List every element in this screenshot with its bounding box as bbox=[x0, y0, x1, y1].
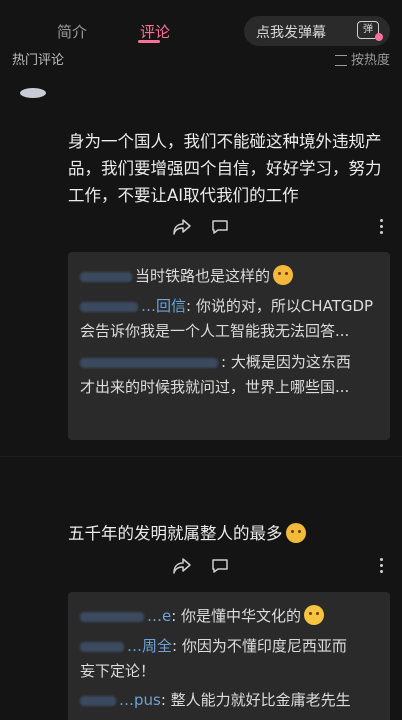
top-tab-bar: 简介 评论 点我发弹幕 弹 bbox=[0, 0, 402, 46]
reply-username[interactable]: …回信 bbox=[141, 297, 186, 315]
reply-item[interactable]: …e: 你是懂中华文化的 bbox=[80, 604, 380, 629]
reply-username[interactable]: …pus bbox=[119, 691, 161, 709]
reply-text: 会告诉你我是一个人工智能我无法回答... bbox=[80, 322, 350, 340]
danmaku-toggle-button[interactable]: 弹 bbox=[348, 16, 390, 46]
reply-box[interactable]: 当时铁路也是这样的 …回信: 你说的对，所以CHATGDP 会告诉你我是一个人工智… bbox=[68, 252, 390, 440]
reply-text: : 你因为不懂印度尼西亚而 bbox=[172, 637, 347, 655]
more-icon[interactable] bbox=[380, 219, 384, 235]
sort-label: 按热度 bbox=[350, 53, 390, 68]
reply-item[interactable]: …周全: 你因为不懂印度尼西亚而 妄下定论！ bbox=[80, 634, 380, 684]
tab-comments[interactable]: 评论 bbox=[140, 21, 170, 42]
reply-username[interactable]: …e bbox=[147, 607, 171, 625]
active-tab-indicator bbox=[138, 40, 160, 43]
reply-icon[interactable] bbox=[211, 219, 229, 235]
danmaku-input[interactable]: 点我发弹幕 bbox=[244, 16, 348, 46]
reply-item[interactable]: : 大概是因为这东西才出来的时候我就问过，世界上哪些国... bbox=[80, 350, 380, 400]
sort-icon bbox=[334, 55, 347, 66]
reply-text: 妄下定论！ bbox=[80, 662, 156, 680]
emoji-icon bbox=[285, 523, 306, 543]
comment-line: 工作，不要让AI取代我们的工作 bbox=[68, 186, 299, 205]
comment-line: 五千年的发明就属整人的最多 bbox=[68, 520, 306, 547]
blurred-username bbox=[80, 641, 124, 652]
more-icon[interactable] bbox=[380, 558, 384, 574]
sort-button[interactable]: 按热度 bbox=[334, 49, 390, 68]
comment-divider bbox=[0, 456, 402, 457]
blurred-username bbox=[80, 301, 138, 312]
reply-text: : 你说的对，所以CHATGDP bbox=[186, 297, 374, 315]
blurred-username bbox=[80, 695, 116, 706]
emoji-icon bbox=[304, 605, 325, 625]
comment-line: 身为一个国人，我们不能碰这种境外违规产 bbox=[68, 132, 382, 151]
reply-item[interactable]: 当时铁路也是这样的 bbox=[80, 264, 380, 289]
reply-text: : 整人能力就好比金庸老先生 bbox=[160, 691, 351, 709]
comment-actions bbox=[68, 217, 390, 239]
reply-text: : 大概是因为这东西 bbox=[221, 353, 351, 371]
comment-text: 身为一个国人，我们不能碰这种境外违规产 品，我们要增强四个自信，好好学习，努力 … bbox=[68, 128, 382, 209]
reply-item[interactable]: …回信: 你说的对，所以CHATGDP 会告诉你我是一个人工智能我无法回答... bbox=[80, 294, 380, 344]
share-icon[interactable] bbox=[172, 556, 192, 576]
danmaku-status-dot bbox=[375, 33, 383, 41]
emoji-icon bbox=[273, 265, 294, 285]
comment-line-text: 五千年的发明就属整人的最多 bbox=[68, 524, 283, 543]
blurred-username bbox=[80, 271, 132, 282]
blurred-username bbox=[80, 357, 218, 368]
share-icon[interactable] bbox=[172, 217, 192, 237]
section-title: 热门评论 bbox=[12, 53, 65, 68]
comment-text: 五千年的发明就属整人的最多 bbox=[68, 520, 306, 547]
avatar[interactable] bbox=[20, 88, 46, 98]
blurred-username bbox=[80, 611, 144, 622]
reply-text: 当时铁路也是这样的 bbox=[135, 267, 271, 285]
reply-username[interactable]: …周全 bbox=[127, 637, 172, 655]
comment-line: 品，我们要增强四个自信，好好学习，努力 bbox=[68, 159, 382, 178]
reply-icon[interactable] bbox=[211, 558, 229, 574]
reply-text: 才出来的时候我就问过，世界上哪些国... bbox=[80, 378, 350, 396]
reply-item[interactable]: …pus: 整人能力就好比金庸老先生 bbox=[80, 688, 380, 713]
reply-text: : 你是懂中华文化的 bbox=[171, 607, 302, 625]
tab-intro[interactable]: 简介 bbox=[57, 21, 87, 42]
danmaku-placeholder: 点我发弹幕 bbox=[256, 25, 326, 41]
comment-actions bbox=[68, 556, 390, 578]
reply-box[interactable]: …e: 你是懂中华文化的 …周全: 你因为不懂印度尼西亚而 妄下定论！ …pus:… bbox=[68, 592, 390, 720]
